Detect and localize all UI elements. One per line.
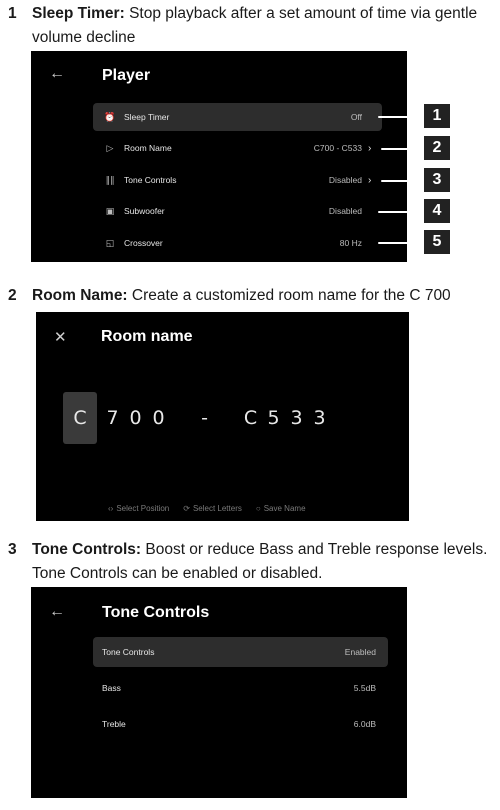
tone-controls-screen: ← Tone Controls Tone Controls Enabled Ba… bbox=[31, 587, 407, 798]
row-label: Bass bbox=[102, 683, 121, 693]
section-text-continued: volume decline bbox=[32, 29, 136, 46]
callout-line bbox=[381, 148, 424, 150]
row-value: Disabled bbox=[328, 206, 362, 216]
row-label: Crossover bbox=[124, 238, 163, 248]
chevron-right-icon: › bbox=[368, 174, 372, 186]
screen-title: Room name bbox=[101, 328, 193, 345]
row-value: Off bbox=[350, 112, 362, 122]
row-value: Enabled bbox=[344, 647, 376, 657]
control-hints: ‹› Select Position ⟳ Select Letters ○ Save … bbox=[108, 504, 306, 513]
crossover-icon: ◱ bbox=[105, 237, 115, 248]
name-char[interactable]: 3 bbox=[285, 392, 308, 444]
left-right-arrows-icon: ‹› bbox=[108, 504, 114, 513]
callout-line bbox=[381, 180, 424, 182]
row-value: 80 Hz bbox=[339, 238, 362, 248]
room-name-description: 2 Room Name: Create a customized room nam… bbox=[8, 284, 494, 308]
name-char[interactable]: 0 bbox=[124, 392, 147, 444]
room-name-screen: ✕ Room name C 7 0 0 - C 5 3 3 ‹› Select P… bbox=[36, 312, 409, 521]
row-value: 5.5dB bbox=[353, 683, 376, 693]
section-number: 1 bbox=[8, 5, 17, 22]
menu-row-subwoofer[interactable]: ▣ Subwoofer Disabled › bbox=[93, 197, 382, 225]
section-term: Tone Controls: bbox=[32, 541, 142, 558]
tone-controls-description: 3 Tone Controls: Boost or reduce Bass and… bbox=[8, 538, 494, 586]
row-label: Tone Controls bbox=[102, 647, 155, 657]
name-char[interactable]: C bbox=[63, 392, 97, 444]
callout-line bbox=[378, 116, 424, 118]
sleep-timer-description: 1 Sleep Timer: Stop playback after a set … bbox=[8, 2, 494, 50]
callout-line bbox=[378, 242, 424, 244]
name-char[interactable]: 3 bbox=[308, 392, 331, 444]
row-label: Treble bbox=[102, 719, 126, 729]
chevron-right-icon: › bbox=[368, 142, 372, 154]
menu-row-sleep-timer[interactable]: ⏰ Sleep Timer Off › bbox=[93, 103, 382, 131]
tone-row-treble[interactable]: Treble 6.0dB bbox=[93, 709, 388, 739]
name-char[interactable] bbox=[216, 392, 239, 444]
row-label: Room Name bbox=[124, 143, 172, 153]
name-char[interactable] bbox=[170, 392, 193, 444]
room-name-icon: ▷ bbox=[106, 142, 114, 153]
screen-title: Tone Controls bbox=[102, 604, 210, 621]
tone-row-bass[interactable]: Bass 5.5dB bbox=[93, 673, 388, 703]
screen-title: Player bbox=[102, 67, 151, 84]
player-screen: ← Player ⏰ Sleep Timer Off › ▷ Room Name… bbox=[31, 51, 407, 262]
row-label: Subwoofer bbox=[124, 206, 165, 216]
hint-save-name: ○ Save Name bbox=[255, 504, 306, 513]
tone-row-tone-controls[interactable]: Tone Controls Enabled bbox=[93, 637, 388, 667]
row-value: 6.0dB bbox=[353, 719, 376, 729]
row-value: Disabled bbox=[328, 175, 362, 185]
callout-badge: 2 bbox=[424, 136, 450, 160]
section-number: 3 bbox=[8, 541, 17, 558]
name-char[interactable]: 0 bbox=[147, 392, 170, 444]
hint-select-letters: ⟳ Select Letters bbox=[183, 504, 242, 513]
section-text: Stop playback after a set amount of time… bbox=[124, 5, 478, 22]
section-text: Boost or reduce Bass and Treble response… bbox=[141, 541, 488, 558]
back-arrow-icon[interactable]: ← bbox=[49, 603, 65, 621]
section-number: 2 bbox=[8, 287, 17, 304]
callout-badge: 3 bbox=[424, 168, 450, 192]
subwoofer-icon: ▣ bbox=[105, 205, 115, 216]
callout-badge: 1 bbox=[424, 104, 450, 128]
name-char[interactable]: 7 bbox=[101, 392, 124, 444]
name-char[interactable]: - bbox=[193, 392, 216, 444]
menu-row-room-name[interactable]: ▷ Room Name C700 - C533 › bbox=[93, 134, 382, 162]
section-term: Room Name: bbox=[32, 287, 128, 304]
callout-badge: 5 bbox=[424, 230, 450, 254]
menu-row-tone-controls[interactable]: ∥∥ Tone Controls Disabled › bbox=[93, 166, 382, 194]
menu-row-crossover[interactable]: ◱ Crossover 80 Hz › bbox=[93, 229, 382, 257]
sleep-timer-icon: ⏰ bbox=[104, 111, 116, 122]
hint-select-position: ‹› Select Position bbox=[108, 504, 170, 513]
circle-button-icon: ○ bbox=[255, 504, 261, 513]
callout-badge: 4 bbox=[424, 199, 450, 223]
close-icon[interactable]: ✕ bbox=[54, 328, 67, 346]
callout-line bbox=[378, 211, 424, 213]
row-label: Sleep Timer bbox=[124, 112, 170, 122]
row-value: C700 - C533 bbox=[313, 143, 362, 153]
row-label: Tone Controls bbox=[124, 175, 177, 185]
section-text: Create a customized room name for the C … bbox=[127, 287, 451, 304]
rotate-knob-icon: ⟳ bbox=[183, 504, 190, 513]
back-arrow-icon[interactable]: ← bbox=[49, 65, 65, 83]
tone-controls-icon: ∥∥ bbox=[105, 174, 115, 185]
name-char[interactable]: C bbox=[239, 392, 262, 444]
name-editor[interactable]: C 7 0 0 - C 5 3 3 bbox=[63, 392, 331, 444]
section-term: Sleep Timer: bbox=[32, 5, 125, 22]
section-text-continued: Tone Controls can be enabled or disabled… bbox=[32, 565, 323, 582]
name-char[interactable]: 5 bbox=[262, 392, 285, 444]
